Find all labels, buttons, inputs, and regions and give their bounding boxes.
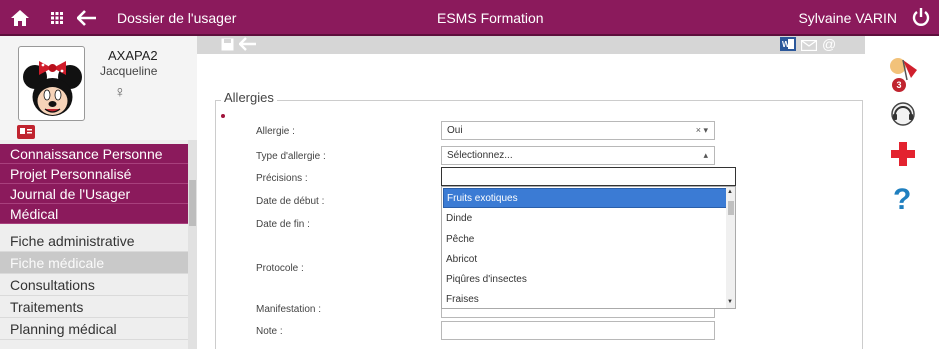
grid-icon[interactable] [49,7,65,29]
label-date-fin: Date de fin : [256,219,310,230]
label-note: Note : [256,326,283,337]
user-name[interactable]: Sylvaine VARIN [798,10,897,26]
required-indicator [221,114,225,118]
notification-flag-icon[interactable] [887,50,919,82]
submenu-item-fiche-administrative[interactable]: Fiche administrative [0,230,188,252]
main-menu: Connaissance Personne Projet Personnalis… [0,144,188,224]
dropdown-option[interactable]: Piqûres d'insectes [443,270,727,290]
sidebar-scrollbar[interactable] [188,140,197,349]
svg-text:W: W [782,40,790,49]
submenu-item-planning-medical[interactable]: Planning médical [0,318,188,340]
dropdown-option[interactable]: Abricot [443,250,727,270]
dropdown-scrollbar-thumb[interactable] [728,201,734,215]
label-allergie: Allergie : [256,126,295,137]
notification-badge: 3 [892,78,906,92]
patient-first-name: Jacqueline [100,64,158,78]
app-title: ESMS Formation [437,10,544,26]
help-icon[interactable]: ? [887,182,919,214]
precisions-field[interactable] [441,167,736,186]
dropdown-option[interactable]: Fruits exotiques [443,188,727,208]
back-arrow-icon[interactable] [76,7,98,29]
menu-item-connaissance-personne[interactable]: Connaissance Personne [0,144,188,164]
scroll-up-icon[interactable]: ▲ [727,189,733,195]
top-bar: Dossier de l'usager ESMS Formation Sylva… [0,0,939,36]
power-icon[interactable] [910,6,932,28]
dropdown-option[interactable]: Pêche [443,230,727,250]
allergie-select[interactable]: Oui × ▾ [441,121,715,140]
mail-icon[interactable] [800,39,818,54]
id-card-icon[interactable] [17,125,35,139]
save-icon[interactable] [221,38,234,54]
at-icon[interactable]: @ [822,36,836,52]
type-allergie-value: Sélectionnez... [447,150,513,161]
dropdown-scrollbar[interactable]: ▲ ▼ [726,187,735,308]
menu-item-projet-personnalise[interactable]: Projet Personnalisé [0,164,188,184]
label-manifestation: Manifestation : [256,304,322,315]
content-toolbar: W @ [197,36,865,54]
gender-female-icon: ♀ [114,84,126,101]
dropdown-option[interactable]: Dinde [443,209,727,229]
menu-item-journal-usager[interactable]: Journal de l'Usager [0,184,188,204]
right-action-bar: 3 ? [865,36,939,349]
breadcrumb[interactable]: Dossier de l'usager [117,10,236,26]
sidebar: AXAPA2 Jacqueline ♀ Connaissance Personn… [0,36,197,349]
support-headset-icon[interactable] [887,98,919,130]
sidebar-scrollbar-thumb[interactable] [189,180,196,226]
scroll-down-icon[interactable]: ▼ [727,299,733,305]
minnie-avatar [18,46,85,121]
allergie-value: Oui [447,125,463,136]
clear-chevron-icon[interactable]: × ▾ [696,122,708,139]
allergy-type-dropdown[interactable]: Fruits exotiques Dinde Pêche Abricot Piq… [441,186,736,309]
label-precisions: Précisions : [256,173,308,184]
dropdown-option[interactable]: Fraises [443,290,727,310]
label-type-allergie: Type d'allergie : [256,151,326,162]
submenu-item-fiche-medicale[interactable]: Fiche médicale [0,252,188,274]
submenu-item-traitements[interactable]: Traitements [0,296,188,318]
medical-submenu: Fiche administrative Fiche médicale Cons… [0,230,188,340]
label-date-debut: Date de début : [256,196,325,207]
word-icon[interactable]: W [780,37,796,54]
label-protocole: Protocole : [256,263,304,274]
home-icon[interactable] [9,7,31,29]
svg-text:?: ? [893,183,911,213]
patient-code: AXAPA2 [108,48,158,63]
chevron-up-icon[interactable]: ▴ [703,147,708,164]
submenu-item-consultations[interactable]: Consultations [0,274,188,296]
medical-cross-icon[interactable] [887,138,919,170]
back-arrow-icon[interactable] [238,37,257,54]
patient-profile: AXAPA2 Jacqueline ♀ [0,36,197,140]
menu-item-medical[interactable]: Médical [0,204,188,224]
type-allergie-select[interactable]: Sélectionnez... ▴ [441,146,715,165]
fieldset-legend: Allergies [221,90,277,105]
note-field[interactable] [441,321,715,340]
